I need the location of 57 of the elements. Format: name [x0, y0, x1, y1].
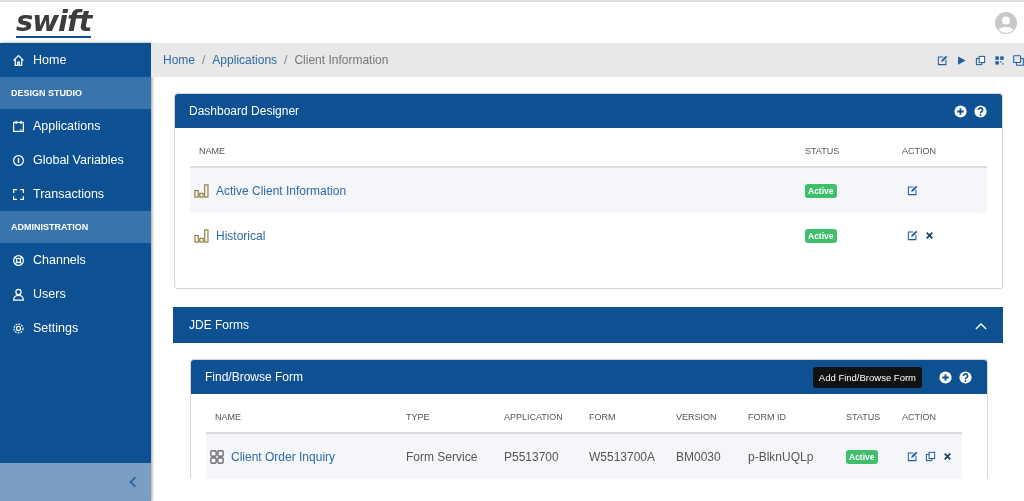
card-title: Dashboard Designer [189, 104, 300, 118]
sidebar-item[interactable]: Transactions [0, 177, 151, 211]
calendar-icon [12, 119, 25, 133]
status-badge: Active [805, 183, 837, 198]
user-icon [12, 287, 25, 301]
copy-icon[interactable] [925, 451, 936, 462]
lifebuoy-icon [12, 253, 25, 267]
add-icon[interactable] [954, 104, 967, 118]
status-badge: Active [805, 228, 837, 243]
sidebar-section-label: ADMINISTRATION [0, 211, 151, 243]
table-cell: W5513700A [580, 434, 667, 479]
logo: swift [16, 7, 92, 38]
grid-icon[interactable] [994, 54, 1005, 66]
sidebar-item[interactable]: Home [0, 43, 151, 77]
delete-icon[interactable] [943, 452, 952, 461]
dashboard-link[interactable]: Historical [216, 228, 266, 243]
section-header[interactable]: JDE Forms [173, 307, 1003, 343]
info-icon [12, 153, 25, 167]
settings-icon [12, 321, 25, 335]
breadcrumb-separator: / [284, 53, 288, 67]
help-icon[interactable] [974, 104, 987, 118]
play-icon[interactable] [956, 54, 967, 66]
clone-icon[interactable] [1013, 54, 1024, 66]
dashboard-link[interactable]: Active Client Information [216, 183, 347, 198]
sidebar-item[interactable]: Users [0, 277, 151, 311]
sidebar-item[interactable]: Settings [0, 311, 151, 345]
breadcrumb-current: Client Information [294, 53, 389, 67]
bar-chart-icon [194, 228, 209, 243]
table-cell: p-BlknUQLp [739, 434, 837, 479]
sidebar-item[interactable]: Global Variables [0, 143, 151, 177]
card-title: Find/Browse Form [205, 370, 304, 384]
edit-icon[interactable] [937, 54, 948, 66]
edit-icon[interactable] [907, 185, 918, 196]
bar-chart-icon [194, 183, 209, 198]
delete-icon[interactable] [925, 231, 934, 240]
help-icon[interactable] [959, 370, 972, 384]
form-link[interactable]: Client Order Inquiry [231, 449, 336, 464]
home-icon [12, 53, 25, 67]
tooltip: Add Find/Browse Form [812, 367, 922, 388]
sidebar-item[interactable]: Applications [0, 109, 151, 143]
status-badge: Active [846, 449, 878, 464]
chevron-up-icon[interactable] [975, 323, 987, 330]
copy-icon[interactable] [975, 54, 986, 66]
breadcrumb-link[interactable]: Home [163, 53, 195, 67]
sidebar-item[interactable]: Channels [0, 243, 151, 277]
section-title: JDE Forms [189, 318, 249, 332]
table-cell: Form Service [397, 434, 495, 479]
edit-icon[interactable] [907, 230, 918, 241]
table-cell: P5513700 [495, 434, 580, 479]
breadcrumb-separator: / [202, 53, 206, 67]
breadcrumb-link[interactable]: Applications [212, 53, 278, 67]
add-icon[interactable] [939, 370, 952, 384]
table-cell: BM0030 [667, 434, 739, 479]
expand-icon [12, 187, 25, 201]
edit-icon[interactable] [907, 451, 918, 462]
sidebar-section-label: DESIGN STUDIO [0, 77, 151, 109]
grid-icon [210, 449, 224, 464]
